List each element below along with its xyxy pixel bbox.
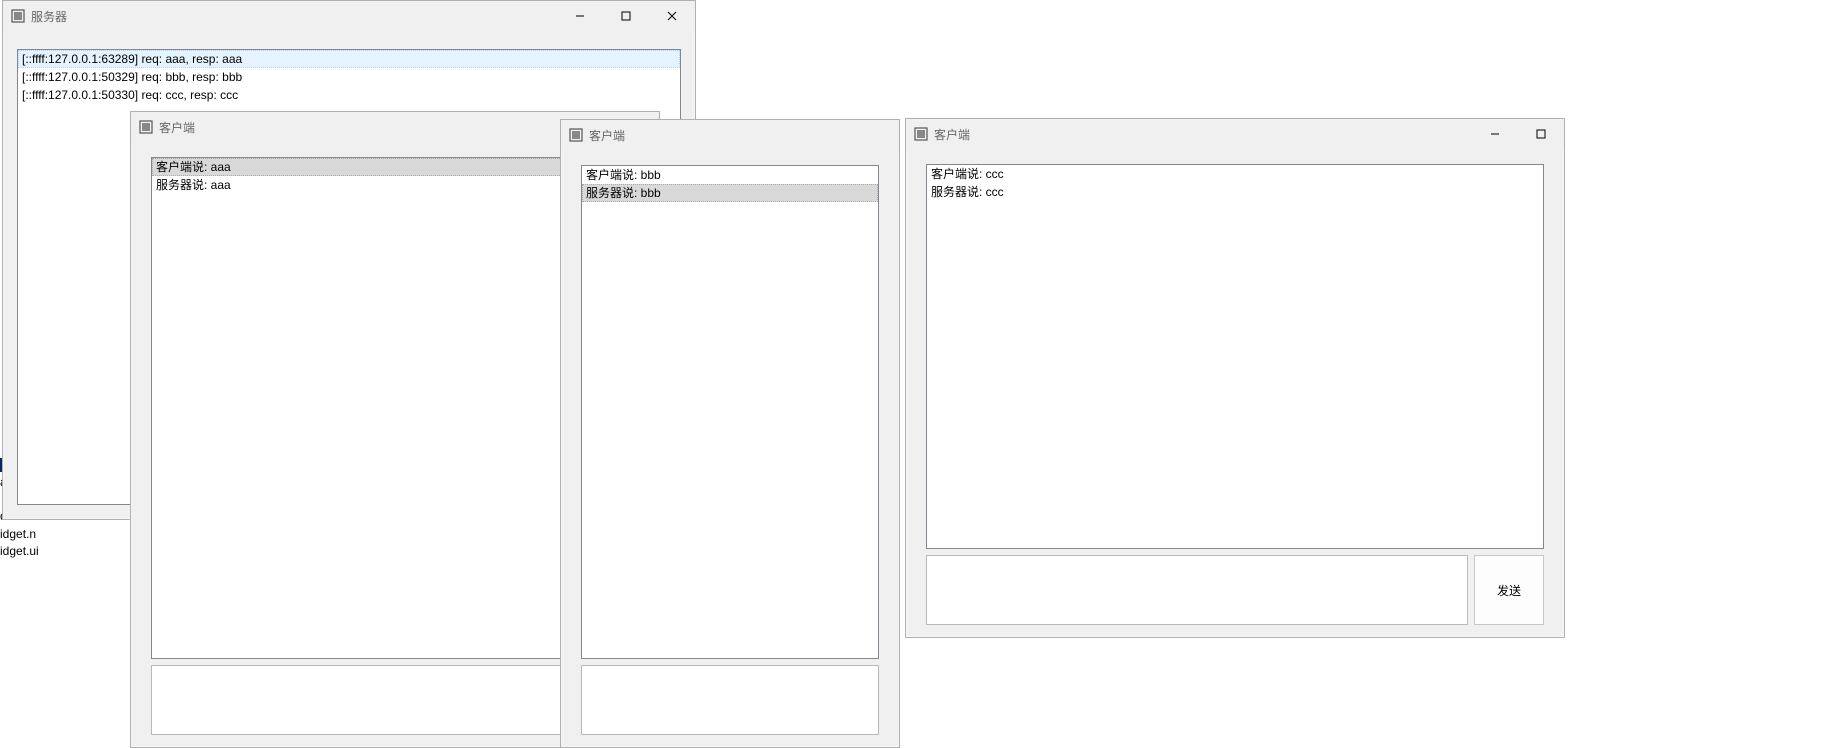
client3-content: 客户端说: ccc 服务器说: ccc 发送 — [906, 149, 1564, 637]
server-titlebar[interactable]: 服务器 — [3, 1, 695, 31]
client3-title: 客户端 — [934, 126, 970, 143]
app-icon — [569, 128, 583, 142]
maximize-button[interactable] — [603, 1, 649, 31]
client1-title: 客户端 — [159, 119, 195, 136]
maximize-button[interactable] — [1518, 119, 1564, 149]
close-button[interactable] — [649, 1, 695, 31]
client2-input-row: 发送 — [581, 665, 879, 735]
client2-message-list[interactable]: 客户端说: bbb 服务器说: bbb — [581, 165, 879, 659]
client3-message-list[interactable]: 客户端说: ccc 服务器说: ccc — [926, 164, 1544, 549]
client2-title: 客户端 — [589, 127, 625, 144]
message-row[interactable]: 服务器说: bbb — [582, 184, 878, 202]
client3-title-controls — [1472, 119, 1564, 149]
app-icon — [139, 120, 153, 134]
message-row[interactable]: 客户端说: ccc — [927, 165, 1543, 183]
client2-titlebar[interactable]: 客户端 — [561, 120, 899, 150]
client3-window[interactable]: 客户端 客户端说: ccc 服务器说: ccc 发送 — [905, 118, 1565, 638]
server-title: 服务器 — [31, 8, 67, 25]
message-row[interactable]: 服务器说: ccc — [927, 183, 1543, 201]
log-row[interactable]: [::ffff:127.0.0.1:50330] req: ccc, resp:… — [18, 86, 680, 104]
client3-input-row: 发送 — [926, 555, 1544, 625]
minimize-button[interactable] — [1472, 119, 1518, 149]
client2-content: 客户端说: bbb 服务器说: bbb 发送 — [561, 150, 899, 747]
client3-send-button[interactable]: 发送 — [1474, 555, 1544, 625]
client3-message-input[interactable] — [926, 555, 1468, 625]
log-row[interactable]: [::ffff:127.0.0.1:63289] req: aaa, resp:… — [18, 50, 680, 68]
app-icon — [914, 127, 928, 141]
desktop-item: idget.ui — [0, 544, 39, 558]
client2-window[interactable]: 客户端 客户端说: bbb 服务器说: bbb 发送 — [560, 119, 900, 748]
minimize-button[interactable] — [557, 1, 603, 31]
client3-titlebar[interactable]: 客户端 — [906, 119, 1564, 149]
log-row[interactable]: [::ffff:127.0.0.1:50329] req: bbb, resp:… — [18, 68, 680, 86]
client2-message-input[interactable] — [581, 665, 879, 735]
desktop-item: idget.n — [0, 527, 36, 541]
server-title-controls — [557, 1, 695, 31]
message-row[interactable]: 客户端说: bbb — [582, 166, 878, 184]
app-icon — [11, 9, 25, 23]
